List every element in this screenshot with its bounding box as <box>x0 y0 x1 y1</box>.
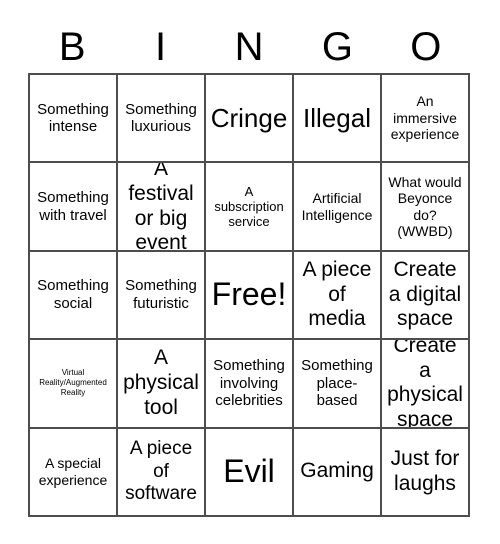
bingo-cell-label: Create a digital space <box>388 257 462 331</box>
bingo-cell-b4[interactable]: Virtual Reality/Augmented Reality <box>30 340 118 429</box>
bingo-cell-label: Gaming <box>300 459 374 483</box>
header-letter-i: I <box>155 25 167 69</box>
bingo-cell-o3[interactable]: Create a digital space <box>382 251 470 341</box>
bingo-cell-b5[interactable]: A special experience <box>30 428 118 517</box>
header-letter-g: G <box>321 25 353 69</box>
bingo-cell-n4[interactable]: Something involving celebrities <box>206 340 294 429</box>
bingo-cell-label: Just for laughs <box>390 447 460 495</box>
bingo-cell-label: Free! <box>211 276 287 313</box>
bingo-cell-label: A subscription service <box>214 183 284 230</box>
bingo-cell-label: Cringe <box>210 102 288 133</box>
bingo-cell-label: Something place-based <box>301 356 373 410</box>
header-letter-b: B <box>58 25 86 69</box>
bingo-cell-o4[interactable]: Create a physical space <box>382 340 470 429</box>
bingo-cell-label: A piece of software <box>125 438 197 504</box>
bingo-cell-i4[interactable]: A physical tool <box>118 340 206 429</box>
bingo-cell-o2[interactable]: What would Beyonce do? (WWBD) <box>382 163 470 252</box>
bingo-cell-label: Artificial Intelligence <box>301 190 373 223</box>
bingo-cell-free-space[interactable]: Free! <box>206 251 294 341</box>
bingo-header: B I N G O <box>28 22 470 72</box>
bingo-cell-i5[interactable]: A piece of software <box>118 428 206 517</box>
bingo-cell-label: Something luxurious <box>125 100 197 136</box>
header-letter-o: O <box>410 25 442 69</box>
bingo-cell-n5[interactable]: Evil <box>206 428 294 517</box>
bingo-cell-label: Something with travel <box>37 188 109 224</box>
bingo-cell-g5[interactable]: Gaming <box>294 428 382 517</box>
bingo-cell-i1[interactable]: Something luxurious <box>118 75 206 164</box>
bingo-cell-label: A piece of media <box>302 257 372 331</box>
bingo-cell-o1[interactable]: An immersive experience <box>382 75 470 164</box>
bingo-cell-label: Something intense <box>37 100 109 136</box>
bingo-card: B I N G O Something intense Something lu… <box>0 0 500 544</box>
bingo-cell-n1[interactable]: Cringe <box>206 75 294 164</box>
bingo-cell-o5[interactable]: Just for laughs <box>382 428 470 517</box>
bingo-cell-label: A physical tool <box>123 346 199 419</box>
bingo-cell-label: A festival or big event <box>128 163 194 252</box>
bingo-cell-b3[interactable]: Something social <box>30 251 118 341</box>
bingo-cell-i3[interactable]: Something futuristic <box>118 251 206 341</box>
bingo-cell-b1[interactable]: Something intense <box>30 75 118 164</box>
bingo-cell-g2[interactable]: Artificial Intelligence <box>294 163 382 252</box>
bingo-cell-n2[interactable]: A subscription service <box>206 163 294 252</box>
bingo-cell-i2[interactable]: A festival or big event <box>118 163 206 252</box>
bingo-cell-label: What would Beyonce do? (WWBD) <box>388 173 462 240</box>
bingo-cell-label: A special experience <box>38 455 108 488</box>
bingo-cell-b2[interactable]: Something with travel <box>30 163 118 252</box>
bingo-cell-label: Something social <box>37 277 109 312</box>
bingo-cell-label: Evil <box>223 452 275 489</box>
bingo-cell-label: Something involving celebrities <box>213 356 285 410</box>
bingo-cell-g4[interactable]: Something place-based <box>294 340 382 429</box>
bingo-cell-g1[interactable]: Illegal <box>294 75 382 164</box>
header-letter-n: N <box>234 25 264 69</box>
bingo-cell-label: Something futuristic <box>125 277 197 312</box>
bingo-grid: Something intense Something luxurious Cr… <box>28 73 470 517</box>
bingo-cell-label: An immersive experience <box>390 93 460 143</box>
bingo-cell-label: Create a physical space <box>387 340 463 429</box>
bingo-cell-g3[interactable]: A piece of media <box>294 251 382 341</box>
bingo-cell-label: Illegal <box>303 102 371 133</box>
bingo-cell-label: Virtual Reality/Augmented Reality <box>39 368 107 398</box>
